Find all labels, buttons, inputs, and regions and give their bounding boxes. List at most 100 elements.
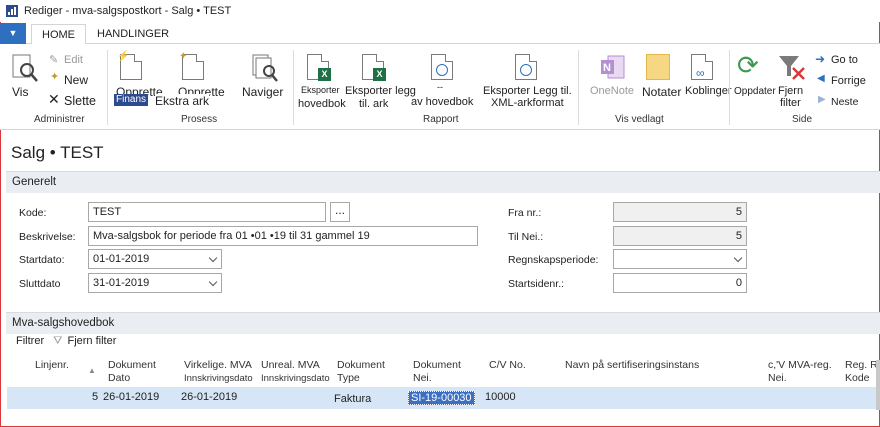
kode-label: Kode:	[19, 207, 47, 219]
filter-bar: Filtrer ⛛ Fjern filter	[16, 335, 116, 348]
col-header-reg-kode[interactable]: Reg. Re Kode	[845, 359, 880, 385]
new-star-icon: ✦	[50, 71, 60, 83]
col-header-dokument-nr[interactable]: Dokument Nei.	[413, 359, 461, 385]
ribbon-separator	[729, 50, 730, 125]
startdato-value: 01-01-2019	[93, 253, 150, 265]
sluttdato-value: 31-01-2019	[93, 277, 150, 289]
col-header-virkelige-mva[interactable]: Virkelige. MVA Innskrivingsdato	[184, 359, 253, 385]
goto-label: Go to	[831, 54, 858, 66]
svg-text:N: N	[603, 62, 611, 74]
chevron-down-icon[interactable]	[208, 253, 218, 263]
startsidenr-field[interactable]: 0	[613, 273, 747, 293]
onenote-label: OneNote	[590, 85, 635, 97]
col-header-cv-mva-reg[interactable]: c,'V MVA-reg. Nei.	[768, 359, 832, 385]
cell-cv-no[interactable]: 10000	[485, 391, 516, 403]
startdato-label: Startdato:	[19, 254, 65, 266]
col-header-unreal-mva[interactable]: Unreal. MVA Innskrivingsdato	[261, 359, 330, 385]
col-header-linjenr[interactable]: Linjenr.	[35, 359, 69, 372]
arrow-right-icon: ➜	[815, 52, 826, 66]
forrige-label: Forrige	[831, 75, 866, 87]
startdato-field[interactable]: 01-01-2019	[88, 249, 222, 269]
delete-label: Slette	[64, 94, 96, 108]
dash-label: --	[437, 82, 443, 92]
naviger-label: Naviger	[242, 85, 284, 99]
new-label: New	[64, 73, 89, 87]
navigate-icon	[252, 54, 278, 82]
beskrivelse-label: Beskrivelse:	[19, 231, 76, 243]
funnel-icon: ⛛	[53, 335, 63, 347]
section-header-generelt[interactable]: Generelt	[6, 171, 880, 193]
til-ark-label: til. ark	[359, 98, 389, 110]
onenote-icon: N	[601, 55, 625, 79]
til-nr-label: Til Nei.:	[508, 231, 544, 243]
vis-label: Vis	[12, 85, 29, 99]
vertical-scrollbar[interactable]	[876, 360, 880, 410]
globe-icon	[520, 64, 532, 76]
previous-arrow-icon: ◀	[817, 73, 825, 84]
col-header-navn[interactable]: Navn på sertifiseringsinstans	[565, 359, 699, 372]
regnskapsperiode-label: Regnskapsperiode:	[508, 254, 599, 266]
excel-badge-icon: X	[318, 68, 331, 81]
col-header-cv-no[interactable]: C/V No.	[489, 359, 526, 372]
group-label-vis-vedlagt: Vis vedlagt	[615, 114, 664, 125]
star-icon: ✦	[179, 51, 188, 62]
refresh-icon: ⟳	[737, 50, 759, 80]
ribbon-separator	[107, 50, 108, 125]
kode-lookup-button[interactable]: ...	[330, 202, 350, 222]
tab-handlinger[interactable]: HANDLINGER	[97, 24, 169, 45]
oppdater-label: Oppdater	[734, 86, 776, 97]
title-bar: Rediger - mva-salgspostkort - Salg • TES…	[0, 0, 880, 22]
beskrivelse-field[interactable]: Mva-salgsbok for periode fra 01 •01 •19 …	[88, 226, 478, 246]
filtrer-button[interactable]: Filtrer	[16, 335, 44, 347]
chevron-down-icon[interactable]	[733, 253, 743, 263]
group-label-rapport: Rapport	[423, 114, 459, 125]
finans-tag[interactable]: Finans	[114, 94, 149, 106]
note-icon	[646, 54, 670, 80]
xml-label-line2: XML-arkformat	[491, 97, 564, 109]
edit-label: Edit	[64, 54, 83, 66]
cell-dokument-nr[interactable]: SI-19-00030	[408, 391, 475, 405]
cell-linjenr[interactable]: 5	[92, 391, 98, 403]
section-header-hovedbok[interactable]: Mva-salgshovedbok	[6, 312, 880, 334]
ribbon-separator	[293, 50, 294, 125]
clear-filter-icon	[779, 56, 805, 80]
fjern-label: Fjern	[778, 85, 804, 97]
eksporter-legg-label: Eksporter legg	[345, 85, 416, 97]
chevron-down-icon[interactable]	[208, 277, 218, 287]
neste-label: Neste	[831, 96, 859, 108]
filter-label: filter	[780, 97, 801, 109]
page-title: Salg • TEST	[11, 143, 104, 162]
row-divider	[7, 408, 880, 409]
xml-label-line1: Eksporter Legg til.	[483, 85, 572, 97]
tab-home[interactable]: HOME	[31, 24, 86, 45]
sort-up-icon: ▲	[88, 366, 96, 375]
group-label-side: Side	[792, 114, 813, 125]
app-menu-button[interactable]: ▼	[0, 23, 26, 44]
ekstra-ark-label: Ekstra ark	[155, 94, 210, 108]
cell-virkelige-dato[interactable]: 26-01-2019	[181, 391, 237, 403]
view-icon	[12, 54, 38, 82]
next-arrow-icon: ▶	[818, 94, 826, 105]
globe-icon	[436, 64, 448, 76]
col-header-dokument-type[interactable]: Dokument Type	[337, 359, 385, 385]
pencil-icon: ✎	[49, 54, 59, 66]
kode-field[interactable]: TEST	[88, 202, 326, 222]
clear-filter-button[interactable]: Fjern filter	[67, 335, 116, 347]
koblinger-label: Koblinger	[685, 85, 732, 97]
delete-x-icon: ✕	[48, 91, 60, 107]
link-icon: ∞	[696, 66, 705, 80]
cell-dokument-dato[interactable]: 26-01-2019	[103, 391, 159, 403]
startsidenr-label: Startsidenr.:	[508, 278, 565, 290]
window-title: Rediger - mva-salgspostkort - Salg • TES…	[24, 5, 232, 17]
ribbon-separator	[578, 50, 579, 125]
fra-nr-label: Fra nr.:	[508, 207, 542, 219]
dropdown-arrow-icon: ▼	[8, 28, 18, 38]
excel-badge-icon: X	[373, 68, 386, 81]
cell-dokument-type[interactable]: Faktura	[334, 393, 371, 405]
sluttdato-field[interactable]: 31-01-2019	[88, 273, 222, 293]
sluttdato-label: Sluttdato	[19, 278, 61, 290]
regnskapsperiode-field[interactable]	[613, 249, 747, 269]
group-label-administrer: Administrer	[34, 114, 85, 125]
av-hovedbok-label: av hovedbok	[411, 96, 474, 108]
col-header-dokument-dato[interactable]: Dokument Dato	[108, 359, 156, 385]
